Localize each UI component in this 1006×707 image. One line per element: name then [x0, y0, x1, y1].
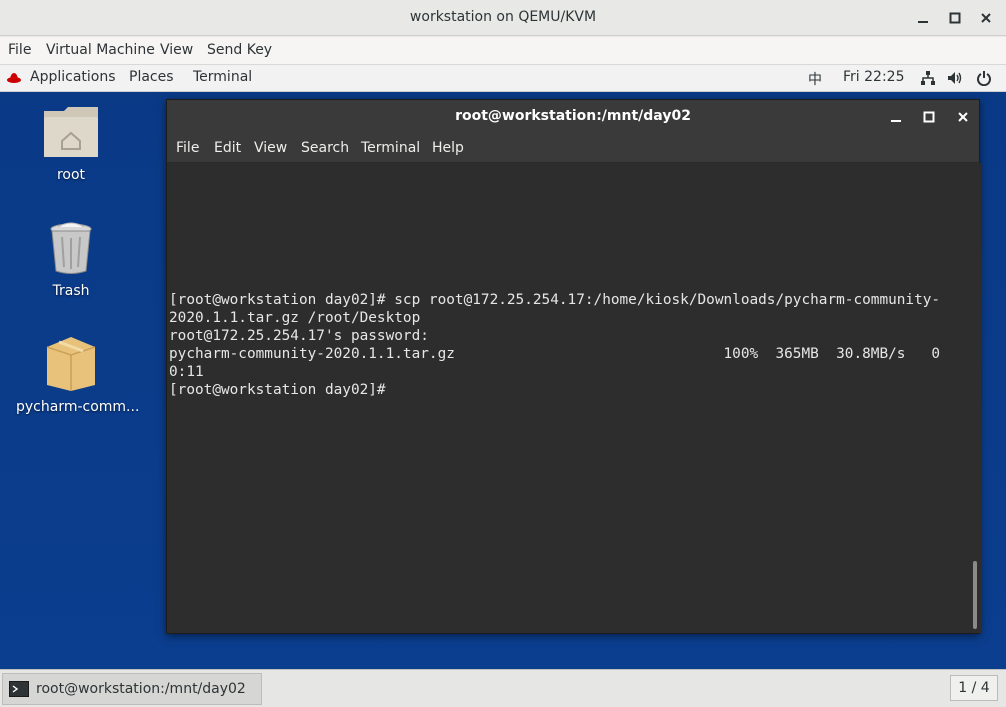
terminal-menu-file[interactable]: File	[176, 140, 199, 156]
vm-menu-view[interactable]: View	[160, 42, 193, 58]
clock[interactable]: Fri 22:25	[843, 69, 904, 85]
minimize-icon[interactable]	[914, 9, 932, 27]
terminal-scrollbar[interactable]	[969, 163, 981, 633]
terminal-line: root@172.25.254.17's password:	[169, 328, 429, 344]
vm-menu-file[interactable]: File	[8, 42, 31, 58]
close-icon[interactable]	[977, 9, 995, 27]
applications-menu[interactable]: Applications	[30, 69, 116, 85]
vm-menu-virtual-machine[interactable]: Virtual Machine	[46, 42, 155, 58]
terminal-menu-view[interactable]: View	[254, 140, 287, 156]
desktop-icon-label: Trash	[52, 283, 90, 299]
terminal-menu-search[interactable]: Search	[301, 140, 349, 156]
desktop-icon-pycharm[interactable]: pycharm-comm...	[16, 333, 140, 415]
vm-titlebar: workstation on QEMU/KVM	[0, 0, 1006, 36]
terminal-line: 2020.1.1.tar.gz /root/Desktop	[169, 310, 421, 326]
gnome-topbar: Applications Places Terminal 中 Fri 22:25	[0, 65, 1006, 92]
terminal-maximize-icon[interactable]	[920, 108, 938, 126]
vm-window-title: workstation on QEMU/KVM	[409, 9, 597, 25]
volume-icon[interactable]	[947, 70, 963, 86]
terminal-menu-help[interactable]: Help	[432, 140, 464, 156]
workspace-indicator[interactable]: 1 / 4	[950, 675, 998, 701]
network-icon[interactable]	[920, 70, 936, 86]
maximize-icon[interactable]	[946, 9, 964, 27]
terminal-icon	[9, 681, 29, 697]
desktop-icon-root[interactable]: root	[16, 105, 126, 183]
vm-menubar: File Virtual Machine View Send Key	[0, 37, 1006, 65]
terminal-line: [root@workstation day02]# scp root@172.2…	[169, 292, 941, 308]
desktop-icon-label: pycharm-comm...	[16, 399, 140, 415]
terminal-output[interactable]: [root@workstation day02]# scp root@172.2…	[167, 163, 969, 633]
terminal-close-icon[interactable]	[954, 108, 972, 126]
terminal-line: pycharm-community-2020.1.1.tar.gz 100% 3…	[169, 346, 941, 362]
terminal-menubar: File Edit View Search Terminal Help	[167, 133, 979, 163]
home-folder-icon	[44, 107, 98, 157]
terminal-minimize-icon[interactable]	[887, 108, 905, 126]
taskbar-window-label: root@workstation:/mnt/day02	[36, 681, 246, 697]
desktop-icon-label: root	[56, 167, 86, 183]
power-icon[interactable]	[976, 70, 992, 87]
places-menu[interactable]: Places	[129, 69, 174, 85]
terminal-title: root@workstation:/mnt/day02	[455, 108, 691, 124]
terminal-prompt-line[interactable]: [root@workstation day02]#	[169, 381, 967, 399]
terminal-window[interactable]: root@workstation:/mnt/day02 File Edit Vi…	[166, 99, 981, 634]
trash-icon	[50, 222, 92, 274]
terminal-scrollbar-thumb[interactable]	[973, 561, 977, 629]
window-list-taskbar: root@workstation:/mnt/day02 1 / 4	[0, 669, 1006, 707]
terminal-titlebar[interactable]: root@workstation:/mnt/day02	[167, 100, 979, 133]
input-method-indicator[interactable]: 中	[808, 69, 822, 89]
package-icon	[46, 337, 96, 391]
desktop-icon-trash[interactable]: Trash	[16, 221, 126, 299]
terminal-menu-terminal[interactable]: Terminal	[361, 140, 420, 156]
redhat-icon	[6, 70, 22, 86]
terminal-line: 0:11	[169, 364, 204, 380]
guest-desktop: Applications Places Terminal 中 Fri 22:25…	[0, 65, 1006, 707]
taskbar-window-terminal[interactable]: root@workstation:/mnt/day02	[2, 673, 262, 705]
vm-menu-send-key[interactable]: Send Key	[207, 42, 272, 58]
terminal-app-menu[interactable]: Terminal	[193, 69, 252, 85]
terminal-menu-edit[interactable]: Edit	[214, 140, 241, 156]
